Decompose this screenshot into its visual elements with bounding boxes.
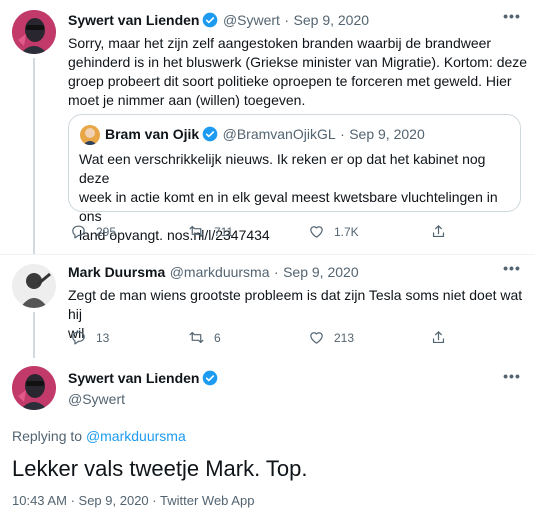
text-line: Sorry, maar het zijn zelf aangestoken br… bbox=[68, 35, 492, 51]
quote-author-handle: @BramvanOjikGL bbox=[222, 126, 336, 142]
share-button[interactable] bbox=[430, 329, 456, 346]
main-tweet-text: Lekker vals tweetje Mark. Top. bbox=[12, 456, 308, 481]
separator-dot: · bbox=[152, 493, 157, 508]
like-count: 213 bbox=[334, 330, 355, 345]
text-line: moet je nimmer aan (willen) toegeven. bbox=[68, 92, 306, 108]
retweet-icon bbox=[189, 331, 204, 344]
tweet-time[interactable]: 10:43 AM bbox=[12, 493, 67, 508]
text-line: Zegt de man wiens grootste probleem is d… bbox=[68, 287, 523, 322]
verified-badge-icon bbox=[202, 126, 218, 142]
text-line: groep probeert dit soort politieke oproe… bbox=[68, 73, 512, 89]
replying-to-handle[interactable]: @markduursma bbox=[86, 428, 186, 444]
avatar-sywert[interactable] bbox=[12, 10, 56, 54]
reply-button[interactable]: 13 bbox=[70, 329, 109, 346]
replying-prefix: Replying to bbox=[12, 428, 83, 444]
tweet2-header: Mark Duursma @markduursma · Sep 9, 2020 bbox=[68, 264, 359, 282]
share-icon bbox=[432, 331, 445, 344]
main-author-block: Sywert van Lienden @Sywert bbox=[68, 370, 218, 407]
quote-author-name: Bram van Ojik bbox=[105, 126, 200, 142]
avatar-mark[interactable] bbox=[12, 264, 56, 308]
heart-icon bbox=[310, 332, 323, 344]
quote-date: Sep 9, 2020 bbox=[349, 126, 425, 142]
retweet-button[interactable]: 6 bbox=[188, 329, 221, 346]
tweet-date[interactable]: Sep 9, 2020 bbox=[283, 264, 359, 280]
reply-icon bbox=[72, 225, 85, 239]
reply-icon bbox=[72, 331, 85, 345]
text-line: week in actie komt en in elk geval meest… bbox=[79, 189, 498, 224]
thread-line bbox=[33, 312, 35, 358]
retweet-icon bbox=[189, 225, 204, 238]
text-line: wil bbox=[68, 325, 85, 341]
share-button[interactable] bbox=[430, 223, 456, 240]
like-button[interactable]: 213 bbox=[308, 329, 354, 346]
author-handle[interactable]: @markduursma bbox=[170, 264, 270, 280]
reply-count: 295 bbox=[96, 224, 117, 239]
tweet1-text: Sorry, maar het zijn zelf aangestoken br… bbox=[68, 34, 528, 110]
tweet-divider bbox=[0, 254, 535, 255]
text-line: Wat een verschrikkelijk nieuws. Ik reken… bbox=[79, 151, 486, 186]
text-line: gehinderd is in het bluswerk (Griekse mi… bbox=[68, 54, 528, 70]
retweet-count: 6 bbox=[214, 330, 221, 345]
tweet-date[interactable]: Sep 9, 2020 bbox=[294, 12, 370, 28]
quote-header: Bram van Ojik @BramvanOjikGL · Sep 9, 20… bbox=[105, 126, 425, 144]
tweet2-text: Zegt de man wiens grootste probleem is d… bbox=[68, 286, 528, 343]
like-count: 1.7K bbox=[334, 224, 359, 239]
separator-dot: · bbox=[284, 12, 290, 28]
like-button[interactable]: 1.7K bbox=[308, 223, 359, 240]
tweet-source[interactable]: Twitter Web App bbox=[160, 493, 254, 508]
quoted-tweet[interactable]: Bram van Ojik @BramvanOjikGL · Sep 9, 20… bbox=[68, 114, 521, 243]
retweet-count: 711 bbox=[214, 224, 234, 239]
verified-badge-icon bbox=[202, 12, 218, 28]
tweet-timestamp: 10:43 AM · Sep 9, 2020 · Twitter Web App bbox=[12, 493, 254, 508]
retweet-button[interactable]: 711 bbox=[188, 223, 233, 240]
author-handle[interactable]: @Sywert bbox=[223, 12, 280, 28]
more-options-icon[interactable]: ••• bbox=[502, 369, 522, 390]
avatar-bram bbox=[80, 125, 100, 145]
author-handle[interactable]: @Sywert bbox=[68, 391, 218, 407]
tweet-date[interactable]: Sep 9, 2020 bbox=[79, 493, 149, 508]
separator-dot: · bbox=[340, 126, 345, 142]
author-name[interactable]: Sywert van Lienden bbox=[68, 370, 199, 386]
author-name[interactable]: Mark Duursma bbox=[68, 264, 165, 280]
reply-count: 13 bbox=[96, 330, 110, 345]
separator-dot: · bbox=[273, 264, 279, 280]
avatar-sywert[interactable] bbox=[12, 366, 56, 410]
more-options-icon[interactable]: ••• bbox=[502, 261, 522, 282]
heart-icon bbox=[310, 226, 323, 238]
separator-dot: · bbox=[70, 493, 75, 508]
replying-to: Replying to @markduursma bbox=[12, 428, 186, 444]
share-icon bbox=[432, 225, 445, 238]
more-options-icon[interactable]: ••• bbox=[502, 9, 522, 30]
author-name[interactable]: Sywert van Lienden bbox=[68, 12, 199, 28]
thread-line bbox=[33, 58, 35, 254]
reply-button[interactable]: 295 bbox=[70, 223, 116, 240]
tweet1-header: Sywert van Lienden @Sywert · Sep 9, 2020 bbox=[68, 12, 369, 30]
verified-badge-icon bbox=[202, 370, 218, 386]
